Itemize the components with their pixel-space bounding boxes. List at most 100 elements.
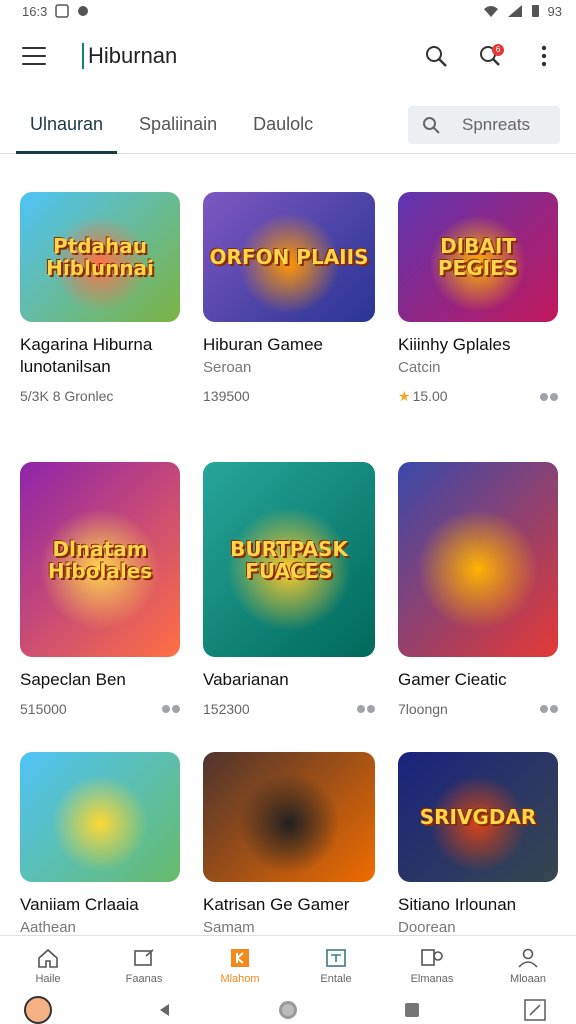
game-meta: 7loongn bbox=[398, 701, 558, 717]
nav-item-entale[interactable]: Entale bbox=[291, 947, 381, 985]
game-thumbnail[interactable]: Dlnatam Hibolales bbox=[20, 462, 180, 657]
game-thumbnail[interactable]: SRIVGDAR bbox=[398, 752, 558, 882]
system-nav-bar bbox=[0, 996, 576, 1024]
tab-daulolc[interactable]: Daulolc bbox=[239, 96, 327, 154]
app-bar: Hiburnan 6 bbox=[0, 26, 576, 86]
back-icon[interactable] bbox=[157, 1002, 173, 1018]
game-title: Sapeclan Ben bbox=[20, 670, 126, 689]
menu-button[interactable] bbox=[22, 41, 52, 71]
star-icon: ★ bbox=[398, 388, 411, 404]
notifications-button[interactable]: 6 bbox=[474, 40, 506, 72]
record-icon bbox=[78, 6, 89, 16]
game-title: Kiiinhy Gplales bbox=[398, 335, 511, 354]
wifi-icon bbox=[483, 6, 498, 17]
tab-bar: Ulnauran Spaliinain Daulolc Spnreats bbox=[0, 96, 576, 154]
game-title: Gamer Cieatic bbox=[398, 670, 507, 689]
tab-ulnauran[interactable]: Ulnauran bbox=[16, 96, 118, 154]
game-card[interactable]: Gamer Cieatic 7loongn bbox=[398, 462, 558, 752]
share-icon[interactable] bbox=[345, 702, 375, 716]
game-card[interactable]: ORFON PLAIIS Hiburan Gamee Seroan 139500 bbox=[203, 192, 375, 462]
game-thumbnail[interactable] bbox=[20, 752, 180, 882]
profile-icon bbox=[518, 948, 538, 968]
game-thumbnail[interactable]: ORFON PLAIIS bbox=[203, 192, 375, 322]
screenshot-icon[interactable] bbox=[524, 999, 546, 1021]
game-subtitle: Seroan bbox=[203, 359, 252, 376]
more-vert-icon bbox=[541, 45, 547, 67]
game-thumbnail[interactable] bbox=[398, 462, 558, 657]
status-left: 16:3 bbox=[22, 4, 89, 19]
notification-badge: 6 bbox=[492, 44, 504, 56]
home-circle-icon[interactable] bbox=[277, 999, 299, 1021]
game-stat: 152300 bbox=[203, 701, 250, 717]
share-icon[interactable] bbox=[528, 702, 558, 716]
game-card[interactable]: DIBAIT PEGIES Kiiinhy Gplales Catcin ★ 15.00 bbox=[398, 192, 558, 462]
game-stat: 15.00 bbox=[412, 388, 448, 404]
recents-icon[interactable] bbox=[404, 1002, 420, 1018]
game-grid: Ptdahau Hiblunnai Kagarina Hiburna lunota… bbox=[20, 192, 560, 967]
game-meta: 152300 bbox=[203, 701, 375, 717]
thumbnail-art-text: Dlnatam Hibolales bbox=[47, 536, 153, 583]
app-title: Hiburnan bbox=[82, 43, 177, 69]
game-meta: ★ 15.00 bbox=[398, 388, 558, 405]
status-right: 93 bbox=[483, 4, 562, 19]
games-icon bbox=[134, 948, 154, 966]
battery-icon bbox=[531, 5, 539, 17]
game-thumbnail[interactable] bbox=[203, 752, 375, 882]
nav-item-home[interactable]: Haile bbox=[3, 947, 93, 985]
game-stat: 515000 bbox=[20, 701, 67, 717]
status-time: 16:3 bbox=[22, 3, 48, 19]
thumbnail-art-text: BURTPASK FUACES bbox=[230, 536, 348, 583]
nav-item-mloaan[interactable]: Mloaan bbox=[483, 947, 573, 985]
nav-label: Faanas bbox=[125, 972, 163, 985]
search-button[interactable] bbox=[420, 40, 452, 72]
thumbnail-art-text: DIBAIT PEGIES bbox=[437, 234, 519, 280]
nav-label: Haile bbox=[35, 972, 61, 985]
nav-label: Mlahom bbox=[220, 972, 260, 985]
board-icon bbox=[326, 948, 346, 967]
nav-label: Mloaan bbox=[509, 972, 547, 985]
game-thumbnail[interactable]: BURTPASK FUACES bbox=[203, 462, 375, 657]
bottom-nav: Haile Faanas Mlahom Entale Elmanas Mloaa… bbox=[0, 935, 576, 995]
game-thumbnail[interactable]: Ptdahau Hiblunnai bbox=[20, 192, 180, 322]
document-search-icon bbox=[421, 948, 443, 966]
search-icon bbox=[423, 116, 440, 134]
thumbnail-art-text: SRIVGDAR bbox=[419, 805, 537, 829]
game-meta: 5/3K 8 Gronlec bbox=[20, 388, 180, 404]
nav-label: Entale bbox=[320, 972, 352, 985]
game-title: Katrisan Ge Gamer bbox=[203, 895, 350, 914]
search-placeholder: Spnreats bbox=[462, 114, 531, 134]
nav-item-mlahom[interactable]: Mlahom bbox=[195, 947, 285, 985]
game-title: Sitiano Irlounan bbox=[398, 895, 517, 914]
tab-spaliinain[interactable]: Spaliinain bbox=[125, 96, 231, 154]
game-meta: 139500 bbox=[203, 388, 375, 404]
game-title: Kagarina Hiburna lunotanilsan bbox=[20, 335, 153, 376]
home-icon bbox=[38, 948, 58, 968]
game-thumbnail[interactable]: DIBAIT PEGIES bbox=[398, 192, 558, 322]
nav-item-elmanas[interactable]: Elmanas bbox=[387, 947, 477, 985]
game-title: Vabarianan bbox=[203, 670, 289, 689]
game-stat: 139500 bbox=[203, 388, 250, 404]
avatar[interactable] bbox=[24, 996, 52, 1024]
game-card[interactable]: BURTPASK FUACES Vabarianan 152300 bbox=[203, 462, 375, 752]
search-field[interactable]: Spnreats bbox=[408, 105, 560, 144]
nav-label: Elmanas bbox=[410, 972, 454, 985]
bookmark-icon bbox=[231, 948, 249, 967]
app-actions: 6 bbox=[420, 40, 560, 72]
share-icon[interactable] bbox=[528, 390, 558, 404]
game-meta: 515000 bbox=[20, 701, 180, 717]
game-stat: 7loongn bbox=[398, 701, 448, 717]
game-subtitle: Catcin bbox=[398, 359, 441, 376]
notification-icon bbox=[55, 4, 70, 18]
thumbnail-art-text: Ptdahau Hiblunnai bbox=[46, 234, 154, 280]
search-icon bbox=[426, 46, 447, 67]
game-title: Hiburan Gamee bbox=[203, 335, 324, 354]
share-icon[interactable] bbox=[150, 702, 180, 716]
status-bar: 16:3 93 bbox=[0, 0, 576, 22]
nav-item-faanas[interactable]: Faanas bbox=[99, 947, 189, 985]
game-card[interactable]: Ptdahau Hiblunnai Kagarina Hiburna lunota… bbox=[20, 192, 180, 462]
game-title: Vaniiam Crlaaia bbox=[20, 895, 139, 914]
signal-icon bbox=[507, 5, 522, 17]
game-card[interactable]: Dlnatam Hibolales Sapeclan Ben 515000 bbox=[20, 462, 180, 752]
more-options-button[interactable] bbox=[528, 40, 560, 72]
thumbnail-art-text: ORFON PLAIIS bbox=[209, 245, 369, 269]
